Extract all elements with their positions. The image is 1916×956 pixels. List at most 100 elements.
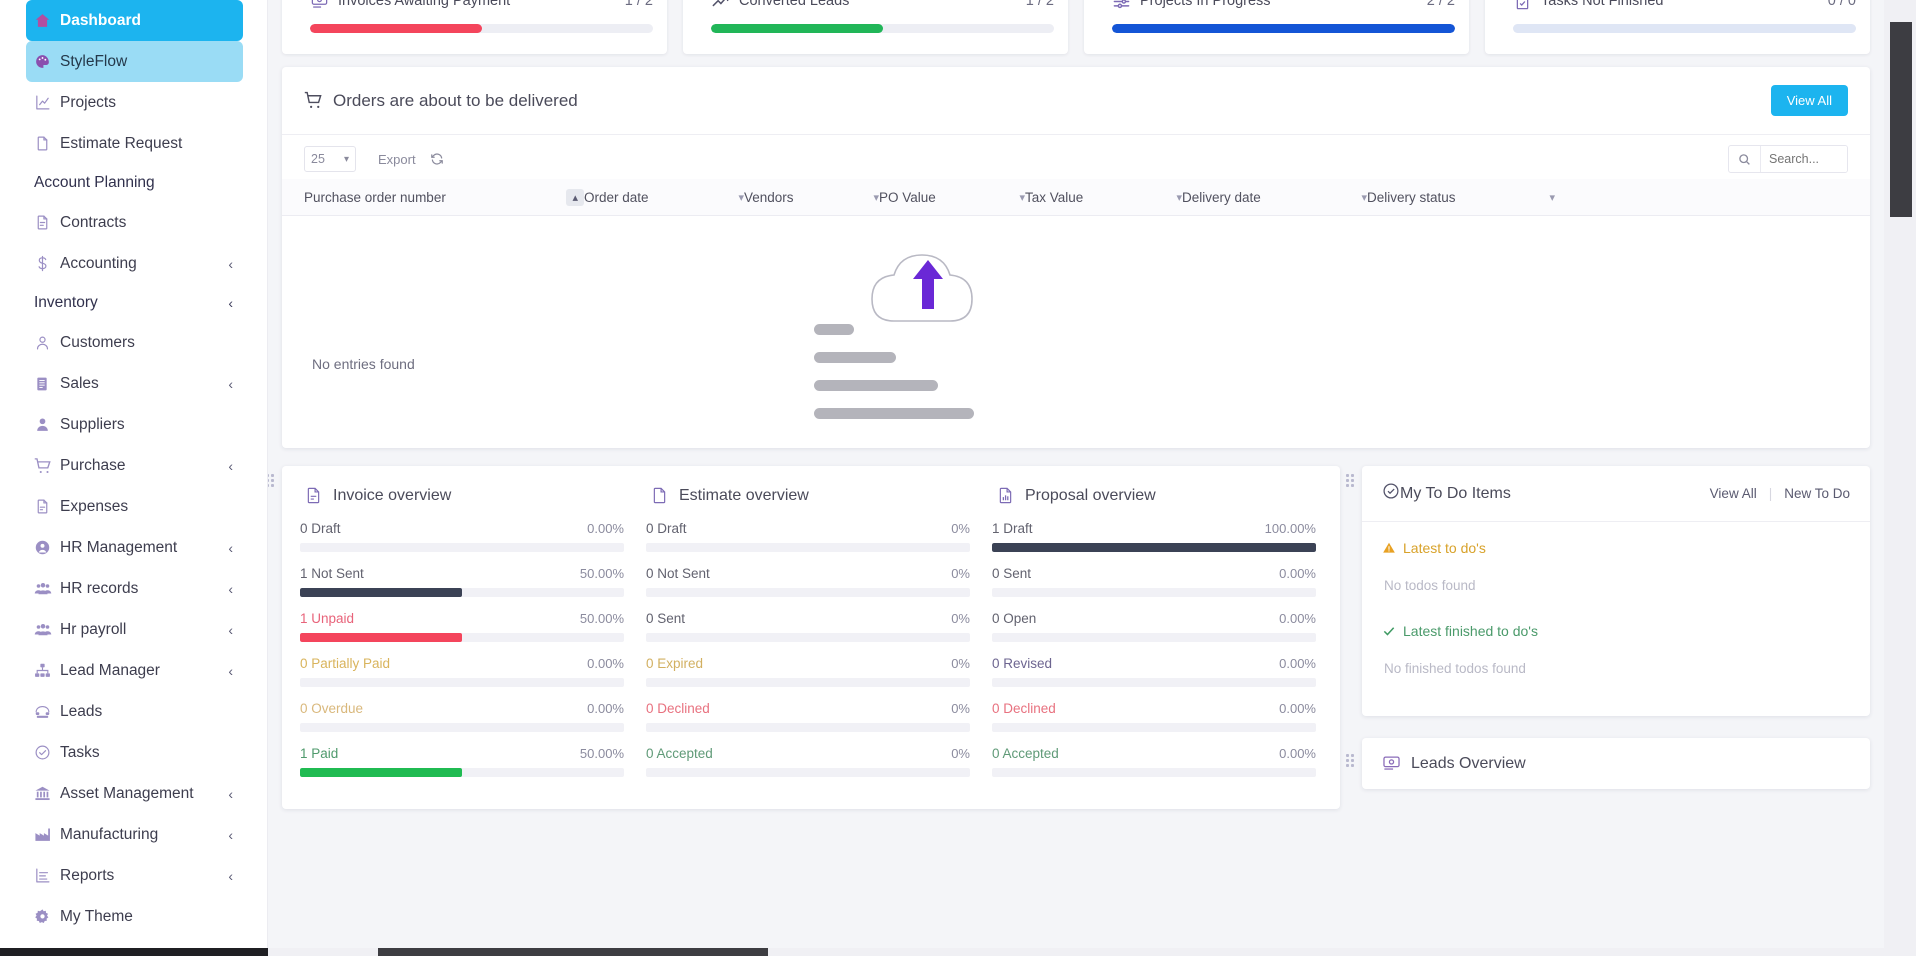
sidebar-item-reports[interactable]: Reports ‹: [26, 855, 243, 896]
page-scrollbar-thumb[interactable]: [1890, 22, 1912, 217]
sidebar-bottom-scrollbar[interactable]: [0, 948, 268, 956]
todo-latest-heading: Latest to do's: [1382, 540, 1850, 556]
stat-title: Invoices Awaiting Payment: [338, 0, 511, 9]
sidebar-item-sales[interactable]: Sales ‹: [26, 363, 243, 404]
column-header-label: Vendors: [744, 189, 794, 205]
todo-latest-empty: No todos found: [1384, 578, 1476, 593]
sidebar-item-label: Hr payroll: [60, 620, 127, 638]
orders-search[interactable]: [1728, 145, 1848, 173]
overview-row-percent: 0.00%: [1279, 746, 1316, 761]
page-scrollbar-track[interactable]: [1884, 0, 1916, 956]
sidebar-item-purchase[interactable]: Purchase ‹: [26, 445, 243, 486]
todo-title: My To Do Items: [1400, 484, 1511, 502]
page-length-select[interactable]: 25 ▾: [304, 146, 356, 172]
overviews-grid: Invoice overview 0 Draft 0.00% 1 Not Sen…: [292, 472, 1330, 791]
todo-view-all-link[interactable]: View All: [1710, 486, 1757, 501]
overview-row-label: 0 Overdue: [300, 701, 364, 716]
chevron-down-icon[interactable]: ▾: [1541, 191, 1555, 204]
stat-card[interactable]: Tasks Not Finished 0 / 0: [1485, 0, 1870, 54]
horizontal-scrollbar-track[interactable]: [268, 948, 1884, 956]
task-doc-icon: [1513, 0, 1541, 11]
drag-handle-overviews[interactable]: [268, 474, 276, 488]
sidebar-item-contracts[interactable]: Contracts: [26, 202, 243, 243]
chevron-down-icon[interactable]: ▾: [730, 191, 744, 204]
sidebar-item-lead-manager[interactable]: Lead Manager ‹: [26, 650, 243, 691]
sidebar-item-projects[interactable]: Projects: [26, 82, 243, 123]
sidebar-item-label: Purchase: [60, 456, 126, 474]
column-header[interactable]: Order date ▾: [584, 179, 744, 215]
sidebar-item-dashboard[interactable]: Dashboard: [26, 0, 243, 41]
todo-latest-label: Latest to do's: [1403, 540, 1486, 556]
cart-icon: [304, 91, 323, 110]
overview-row-label: 0 Open: [992, 611, 1037, 626]
sidebar-item-hr-payroll[interactable]: Hr payroll ‹: [26, 609, 243, 650]
overview-row-percent: 0%: [951, 566, 970, 581]
column-header[interactable]: Delivery status ▾: [1367, 179, 1555, 215]
stat-card[interactable]: Projects In Progress 2 / 2: [1084, 0, 1469, 54]
leads-card: Leads Overview: [1362, 738, 1870, 789]
sidebar-item-leads[interactable]: Leads: [26, 691, 243, 732]
person-icon: [34, 416, 60, 433]
chevron-down-icon[interactable]: ▾: [1011, 191, 1025, 204]
column-header[interactable]: Vendors ▾: [744, 179, 879, 215]
overview-row-percent: 0%: [951, 611, 970, 626]
group-icon: [34, 621, 60, 639]
sidebar-section-account-planning[interactable]: Account Planning: [26, 164, 243, 202]
orders-search-input[interactable]: [1761, 146, 1847, 172]
sidebar-item-estimate-request[interactable]: Estimate Request: [26, 123, 243, 164]
todo-card: My To Do Items View All | New To Do Late…: [1362, 466, 1870, 716]
factory-icon: [34, 826, 60, 843]
todo-new-link[interactable]: New To Do: [1784, 486, 1850, 501]
warning-icon: [1382, 541, 1396, 555]
orders-title: Orders are about to be delivered: [333, 90, 578, 110]
sidebar-item-suppliers[interactable]: Suppliers: [26, 404, 243, 445]
sidebar-item-my-theme[interactable]: My Theme: [26, 896, 243, 937]
overview-row-percent: 0.00%: [1279, 701, 1316, 716]
sidebar-item-hr-records[interactable]: HR records ‹: [26, 568, 243, 609]
drag-handle-overviews-right[interactable]: [1346, 474, 1356, 488]
sidebar-item-styleflow[interactable]: StyleFlow: [26, 41, 243, 82]
orders-empty-state: No entries found: [282, 216, 1870, 444]
column-header[interactable]: Purchase order number ▴: [304, 179, 584, 215]
overview-row: 0 Draft 0.00%: [300, 521, 624, 552]
sidebar-item-tasks[interactable]: Tasks: [26, 732, 243, 773]
overview-panel: Estimate overview 0 Draft 0% 0 Not Sent …: [638, 472, 984, 791]
todo-finished-heading: Latest finished to do's: [1382, 623, 1850, 639]
chevron-down-icon[interactable]: ▾: [1353, 191, 1367, 204]
overview-row-label: 0 Accepted: [646, 746, 713, 761]
overview-row-track: [646, 768, 970, 777]
column-header[interactable]: PO Value ▾: [879, 179, 1025, 215]
column-header[interactable]: Delivery date ▾: [1182, 179, 1367, 215]
export-button[interactable]: Export: [378, 152, 416, 167]
overview-row-label: 1 Unpaid: [300, 611, 355, 626]
overview-panel-title: Estimate overview: [679, 486, 809, 504]
chevron-down-icon[interactable]: ▾: [1168, 191, 1182, 204]
sidebar-item-expenses[interactable]: Expenses: [26, 486, 243, 527]
right-column: My To Do Items View All | New To Do Late…: [1362, 466, 1870, 809]
stat-card[interactable]: Converted Leads 1 / 2: [683, 0, 1068, 54]
sidebar-item-asset-management[interactable]: Asset Management ‹: [26, 773, 243, 814]
sidebar-item-customers[interactable]: Customers: [26, 322, 243, 363]
sidebar-item-hr-management[interactable]: HR Management ‹: [26, 527, 243, 568]
todo-card-header: My To Do Items View All | New To Do: [1362, 466, 1870, 522]
stat-card[interactable]: Invoices Awaiting Payment 1 / 2: [282, 0, 667, 54]
column-header[interactable]: Tax Value ▾: [1025, 179, 1182, 215]
overview-panel-header: Proposal overview: [992, 472, 1316, 521]
refresh-icon[interactable]: [430, 152, 444, 166]
drag-handle-overviews-right2[interactable]: [1346, 754, 1356, 768]
stat-count: 2 / 2: [1426, 0, 1455, 9]
sidebar-item-accounting[interactable]: Accounting ‹: [26, 243, 243, 284]
stat-title: Tasks Not Finished: [1541, 0, 1664, 9]
overview-row-label: 1 Paid: [300, 746, 339, 761]
chevron-down-icon[interactable]: ▾: [865, 191, 879, 204]
sidebar-item-label: Customers: [60, 333, 135, 351]
check-circle-icon: [34, 744, 60, 761]
overview-row: 0 Sent 0.00%: [992, 566, 1316, 597]
horizontal-scrollbar-thumb[interactable]: [378, 948, 768, 956]
sliders-icon: [1112, 0, 1140, 11]
sidebar-item-manufacturing[interactable]: Manufacturing ‹: [26, 814, 243, 855]
chevron-up-icon[interactable]: ▴: [566, 188, 584, 206]
sidebar-nav: Dashboard StyleFlow Projects Estimate Reque…: [0, 0, 267, 937]
sidebar-section-inventory[interactable]: Inventory ‹: [26, 284, 243, 322]
orders-view-all-button[interactable]: View All: [1770, 85, 1848, 116]
